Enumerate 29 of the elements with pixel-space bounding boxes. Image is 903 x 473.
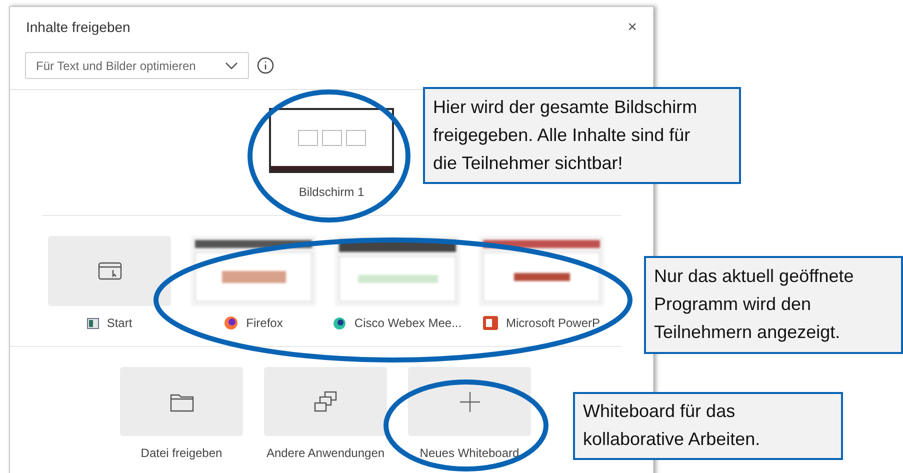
screen-thumbnail[interactable] [269,108,394,173]
window-icon [86,318,99,328]
screen-label: Bildschirm 1 [298,184,364,201]
window-label: Microsoft PowerP [506,315,600,332]
action-label: Andere Anwendungen [266,445,385,462]
quality-dropdown[interactable]: Für Text und Bilder optimieren [25,52,249,79]
action-label: Datei freigeben [140,445,222,462]
folder-icon [170,392,194,412]
fox-globe-icon [224,316,238,330]
plus-icon [458,390,480,412]
action-tile[interactable] [120,367,243,436]
close-button[interactable]: × [628,20,637,36]
slides-app-icon [482,316,498,330]
window-label: Start [106,315,132,332]
callout-box: Hier wird der gesamte Bildschirm freigegeben. Alle Inhalte sind für die Teilnehmer sichtbar! [423,87,741,184]
action-tile[interactable] [408,367,531,436]
stacked-windows-icon [314,390,338,412]
action-tile[interactable] [264,367,387,436]
chevron-down-icon [225,62,238,70]
sphere-icon [333,316,346,330]
callout-box: Whiteboard für das kollaborative Arbeiten. [573,392,843,460]
window-label: Firefox [246,315,283,332]
window-tile[interactable] [48,236,171,306]
dialog-title: Inhalte freigeben [26,18,130,37]
callout-box: Nur das aktuell geöffnete Programm wird den Teilnehmern angezeigt. [644,256,903,354]
window-cursor-icon [98,262,122,280]
info-icon[interactable] [257,57,274,74]
window-label: Cisco Webex Mee... [354,315,462,332]
action-label: Neues Whiteboard [420,445,520,462]
